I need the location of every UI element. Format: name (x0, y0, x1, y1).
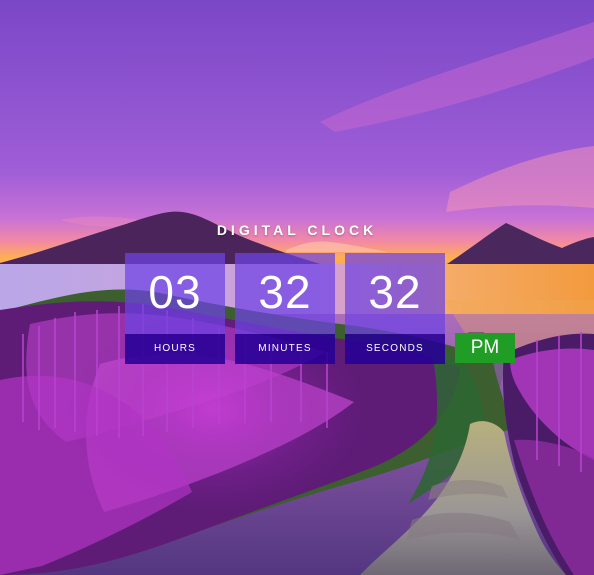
seconds-unit: 32 SECONDS (345, 253, 445, 364)
minutes-unit: 32 MINUTES (235, 253, 335, 364)
hours-value: 03 (148, 266, 202, 318)
period-badge: PM (455, 333, 515, 363)
minutes-label: MINUTES (258, 343, 312, 354)
minutes-value: 32 (258, 266, 312, 318)
digital-clock-panel: DIGITAL CLOCK 03 HOURS 32 MINUTES 32 SEC… (0, 217, 594, 367)
clock-title: DIGITAL CLOCK (216, 222, 378, 238)
hours-face: 03 (125, 253, 225, 334)
hours-label-bar: HOURS (125, 334, 225, 364)
clock-screen: DIGITAL CLOCK 03 HOURS 32 MINUTES 32 SEC… (0, 0, 594, 575)
seconds-label-bar: SECONDS (345, 334, 445, 364)
hours-unit: 03 HOURS (125, 253, 225, 364)
minutes-label-bar: MINUTES (235, 334, 335, 364)
minutes-face: 32 (235, 253, 335, 334)
hours-label: HOURS (153, 343, 197, 354)
seconds-label: SECONDS (366, 343, 424, 354)
seconds-value: 32 (368, 266, 422, 318)
seconds-face: 32 (345, 253, 445, 334)
